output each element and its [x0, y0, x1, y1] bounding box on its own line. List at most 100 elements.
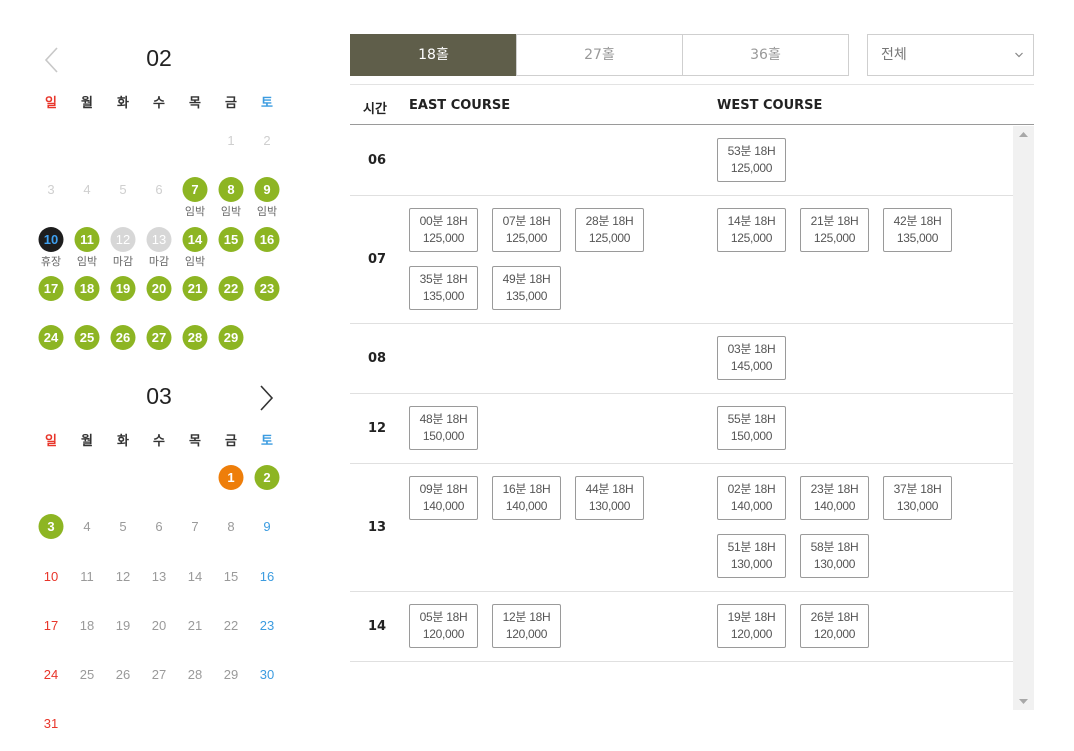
tee-time-slot-button[interactable]: 03분 18H 145,000	[717, 336, 786, 380]
calendar-day[interactable]: 24	[33, 325, 69, 374]
tee-time-slot-button[interactable]: 00분 18H 125,000	[409, 208, 478, 252]
tee-time-slot-button[interactable]: 12분 18H 120,000	[492, 604, 561, 648]
day-grid: 1 2 3 4 5 6 7 임박 8 임박 9 임박 10 휴장 11 임박 12 마감 13 마감 14 임박 15 16 1…	[33, 128, 285, 374]
tee-time-slot-button[interactable]: 23분 18H 140,000	[800, 476, 869, 520]
slot-time: 48분 18H	[419, 412, 468, 426]
slot-time: 35분 18H	[419, 272, 468, 286]
calendar-day: 22	[213, 613, 249, 662]
tee-time-slot-button[interactable]: 48분 18H 150,000	[409, 406, 478, 450]
calendar-day[interactable]: 8 임박	[213, 177, 249, 226]
calendar-day[interactable]: 11 임박	[69, 226, 105, 276]
tee-time-slot-button[interactable]: 09분 18H 140,000	[409, 476, 478, 520]
tee-time-slot-button[interactable]: 28분 18H 125,000	[575, 208, 644, 252]
day-number: 12	[110, 226, 136, 252]
day-number: 4	[83, 182, 91, 198]
tee-time-slot-button[interactable]: 14분 18H 125,000	[717, 208, 786, 252]
calendar-day[interactable]: 27	[141, 325, 177, 374]
calendar-day: 1	[213, 128, 249, 177]
arrow-up-icon[interactable]	[1013, 126, 1034, 143]
calendar-day[interactable]: 18	[69, 275, 105, 325]
day-number: 16	[259, 568, 275, 584]
arrow-down-icon[interactable]	[1013, 693, 1034, 710]
tee-time-slot-button[interactable]: 19분 18H 120,000	[717, 604, 786, 648]
tab-36-holes[interactable]: 36홀	[682, 34, 849, 76]
weekday-label: 토	[261, 434, 273, 449]
calendar-empty-cell	[69, 128, 105, 177]
day-number: 29	[218, 325, 244, 351]
day-number: 19	[110, 275, 136, 301]
calendar-february: 02 일월화수목금토 1 2 3 4 5 6 7 임박 8 임박 9 임박 10 휴장 11 임박 12 마감 13…	[33, 38, 285, 374]
day-number: 27	[151, 667, 167, 683]
slot-price: 125,000	[422, 231, 465, 245]
calendar-day[interactable]: 1	[213, 465, 249, 514]
tee-time-slot-button[interactable]: 55분 18H 150,000	[717, 406, 786, 450]
slot-price: 130,000	[588, 499, 631, 513]
slot-time: 28분 18H	[585, 214, 634, 228]
course-filter-select[interactable]: 전체	[867, 34, 1034, 76]
slot-price: 140,000	[730, 499, 773, 513]
calendar-day[interactable]: 2	[249, 465, 285, 514]
calendar-day[interactable]: 21	[177, 275, 213, 325]
calendar-day: 4	[69, 514, 105, 563]
tab-18-holes[interactable]: 18홀	[350, 34, 517, 76]
tee-time-slot-button[interactable]: 05분 18H 120,000	[409, 604, 478, 648]
tee-time-slot-button[interactable]: 26분 18H 120,000	[800, 604, 869, 648]
calendar-day[interactable]: 22	[213, 275, 249, 325]
tee-time-slot-button[interactable]: 16분 18H 140,000	[492, 476, 561, 520]
day-status-label: 임박	[76, 254, 98, 268]
day-number: 10	[38, 226, 64, 252]
calendar-day: 13 마감	[141, 226, 177, 276]
day-number: 23	[259, 617, 275, 633]
calendar-day[interactable]: 23	[249, 275, 285, 325]
day-number: 9	[254, 177, 280, 203]
tee-time-slot-button[interactable]: 07분 18H 125,000	[492, 208, 561, 252]
tee-time-slot-button[interactable]: 35분 18H 135,000	[409, 266, 478, 310]
tee-time-slot-button[interactable]: 42분 18H 135,000	[883, 208, 952, 252]
chevron-down-icon	[1013, 35, 1025, 91]
day-number: 12	[115, 568, 131, 584]
calendar-day[interactable]: 9 임박	[249, 177, 285, 226]
tee-time-slot-button[interactable]: 21분 18H 125,000	[800, 208, 869, 252]
tee-time-slot-button[interactable]: 58분 18H 130,000	[800, 534, 869, 578]
calendar-day: 18	[69, 613, 105, 662]
tee-time-slot-button[interactable]: 44분 18H 130,000	[575, 476, 644, 520]
scrollbar[interactable]	[1013, 126, 1034, 710]
day-number: 16	[254, 226, 280, 252]
day-number: 22	[218, 275, 244, 301]
day-number: 17	[43, 617, 59, 633]
calendar-day[interactable]: 26	[105, 325, 141, 374]
tab-27-holes[interactable]: 27홀	[516, 34, 683, 76]
day-number: 13	[146, 226, 172, 252]
calendar-day: 24	[33, 662, 69, 711]
calendar-day[interactable]: 25	[69, 325, 105, 374]
day-status-label: 임박	[220, 205, 242, 219]
chevron-right-icon[interactable]	[255, 384, 277, 412]
tee-time-row: 07 00분 18H 125,000 07분 18H 125,000 28분 18H 125…	[350, 196, 1013, 324]
calendar-day[interactable]: 3	[33, 514, 69, 563]
day-status-label: 임박	[184, 205, 206, 219]
calendar-day[interactable]: 14 임박	[177, 226, 213, 276]
calendar-day: 12	[105, 564, 141, 613]
calendar-day[interactable]: 15	[213, 226, 249, 276]
calendar-day: 15	[213, 564, 249, 613]
day-number: 21	[182, 275, 208, 301]
time-column-header: 시간	[363, 102, 387, 117]
weekday-label: 목	[189, 434, 201, 449]
tee-time-slot-button[interactable]: 53분 18H 125,000	[717, 138, 786, 182]
calendar-empty-cell	[69, 465, 105, 514]
calendar-day[interactable]: 16	[249, 226, 285, 276]
slot-time: 02분 18H	[727, 482, 776, 496]
tee-time-slot-button[interactable]: 51분 18H 130,000	[717, 534, 786, 578]
calendar-day: 17	[33, 613, 69, 662]
day-number: 25	[79, 667, 95, 683]
calendar-day[interactable]: 20	[141, 275, 177, 325]
tee-time-slot-button[interactable]: 02분 18H 140,000	[717, 476, 786, 520]
calendar-day[interactable]: 29	[213, 325, 249, 374]
calendar-day[interactable]: 7 임박	[177, 177, 213, 226]
tee-time-slot-button[interactable]: 49분 18H 135,000	[492, 266, 561, 310]
calendar-day[interactable]: 17	[33, 275, 69, 325]
tee-time-table-body: 06 53분 18H 125,000 07 00분 18H 125,000 07분 18H 1…	[350, 126, 1013, 710]
tee-time-slot-button[interactable]: 37분 18H 130,000	[883, 476, 952, 520]
calendar-day[interactable]: 28	[177, 325, 213, 374]
calendar-day[interactable]: 19	[105, 275, 141, 325]
